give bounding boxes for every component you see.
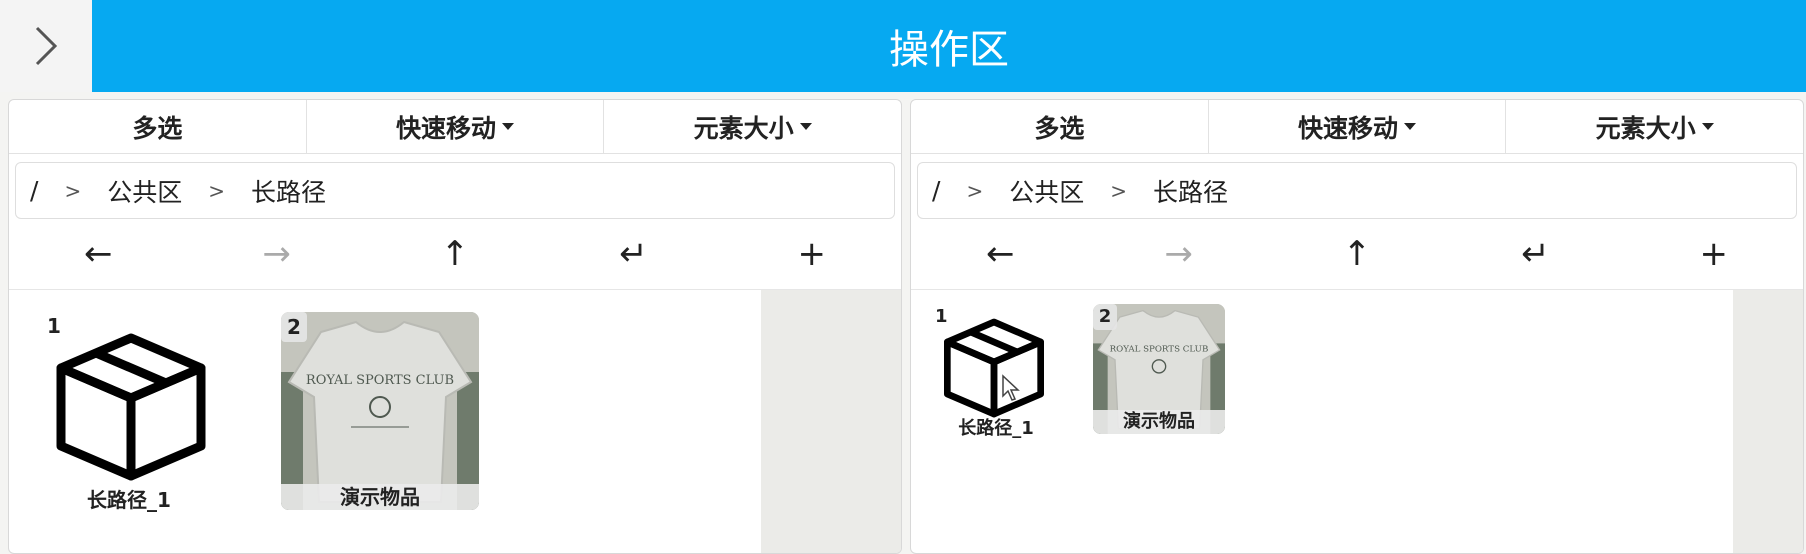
quick-move-dropdown[interactable]: 快速移动 bbox=[1209, 100, 1507, 153]
sidebar-toggle-button[interactable] bbox=[0, 0, 92, 92]
item-index: 2 bbox=[1093, 304, 1117, 330]
caret-down-icon bbox=[502, 123, 515, 130]
item-label: 长路径_1 bbox=[958, 418, 1034, 439]
element-size-dropdown[interactable]: 元素大小 bbox=[604, 100, 901, 153]
breadcrumb-item[interactable]: 长路径 bbox=[251, 173, 326, 209]
enter-button[interactable]: ↵ bbox=[1505, 224, 1565, 284]
toolbar: 多选 快速移动 元素大小 bbox=[911, 100, 1803, 154]
cursor-icon bbox=[1002, 374, 1020, 401]
item-grid: 1 长路径_1 ROYAL SPORTS CLUB 2 演示物品 bbox=[9, 290, 901, 553]
item-grid: 1 长路径_1 ROYAL SPORTS CLUB 2 演示物品 bbox=[911, 290, 1803, 553]
breadcrumb-separator: > bbox=[966, 178, 984, 203]
breadcrumb-item[interactable]: 公共区 bbox=[1009, 173, 1084, 209]
breadcrumb-item[interactable]: 公共区 bbox=[107, 173, 182, 209]
add-button[interactable]: + bbox=[782, 224, 842, 284]
breadcrumb-separator: > bbox=[64, 178, 82, 203]
item-label: 演示物品 bbox=[281, 484, 479, 510]
toolbar: 多选 快速移动 元素大小 bbox=[9, 100, 901, 154]
quick-move-label: 快速移动 bbox=[396, 113, 497, 143]
grid-item-image[interactable]: ROYAL SPORTS CLUB 2 演示物品 bbox=[1093, 304, 1225, 434]
svg-text:ROYAL SPORTS CLUB: ROYAL SPORTS CLUB bbox=[306, 373, 454, 388]
back-button[interactable]: ← bbox=[68, 224, 128, 284]
breadcrumb-root[interactable]: / bbox=[30, 176, 38, 205]
enter-button[interactable]: ↵ bbox=[603, 224, 663, 284]
multi-select-button[interactable]: 多选 bbox=[911, 100, 1209, 153]
page-title: 操作区 bbox=[92, 0, 1806, 92]
breadcrumb-root[interactable]: / bbox=[932, 176, 940, 205]
grid-item-folder[interactable]: 1 长路径_1 bbox=[931, 304, 1061, 444]
box-icon bbox=[56, 333, 206, 481]
element-size-label: 元素大小 bbox=[693, 113, 794, 143]
side-strip bbox=[761, 290, 901, 553]
breadcrumb-item[interactable]: 长路径 bbox=[1153, 173, 1228, 209]
breadcrumb-separator: > bbox=[1110, 178, 1127, 203]
svg-text:ROYAL SPORTS CLUB: ROYAL SPORTS CLUB bbox=[1110, 344, 1209, 354]
right-panel: 多选 快速移动 元素大小 / > 公共区 > 长路径 ← → ↑ ↵ + 1 长… bbox=[910, 99, 1804, 554]
forward-button[interactable]: → bbox=[1149, 224, 1209, 284]
multi-select-button[interactable]: 多选 bbox=[9, 100, 307, 153]
caret-down-icon bbox=[799, 123, 812, 130]
multi-select-label: 多选 bbox=[132, 113, 183, 143]
caret-down-icon bbox=[1701, 123, 1714, 130]
forward-button[interactable]: → bbox=[247, 224, 307, 284]
quick-move-dropdown[interactable]: 快速移动 bbox=[307, 100, 605, 153]
breadcrumb: / > 公共区 > 长路径 bbox=[15, 162, 895, 219]
nav-row: ← → ↑ ↵ + bbox=[911, 219, 1803, 290]
multi-select-label: 多选 bbox=[1034, 113, 1085, 143]
add-button[interactable]: + bbox=[1684, 224, 1744, 284]
grid-item-image[interactable]: ROYAL SPORTS CLUB 2 演示物品 bbox=[281, 312, 479, 510]
chevron-right-icon bbox=[35, 26, 58, 66]
breadcrumb-separator: > bbox=[208, 178, 225, 203]
item-label: 长路径_1 bbox=[87, 488, 171, 512]
box-icon bbox=[943, 318, 1044, 418]
nav-row: ← → ↑ ↵ + bbox=[9, 219, 901, 290]
up-button[interactable]: ↑ bbox=[1327, 224, 1387, 284]
item-label: 演示物品 bbox=[1093, 410, 1225, 434]
up-button[interactable]: ↑ bbox=[425, 224, 485, 284]
caret-down-icon bbox=[1404, 123, 1417, 130]
side-strip bbox=[1733, 290, 1803, 553]
back-button[interactable]: ← bbox=[970, 224, 1030, 284]
grid-item-folder[interactable]: 1 长路径_1 bbox=[39, 310, 219, 512]
breadcrumb: / > 公共区 > 长路径 bbox=[917, 162, 1797, 219]
left-panel: 多选 快速移动 元素大小 / > 公共区 > 长路径 ← → ↑ ↵ + 1 长… bbox=[8, 99, 902, 554]
item-index: 2 bbox=[281, 312, 307, 342]
tshirt-image: ROYAL SPORTS CLUB bbox=[281, 312, 479, 510]
quick-move-label: 快速移动 bbox=[1298, 113, 1399, 143]
element-size-dropdown[interactable]: 元素大小 bbox=[1506, 100, 1803, 153]
element-size-label: 元素大小 bbox=[1595, 113, 1696, 143]
